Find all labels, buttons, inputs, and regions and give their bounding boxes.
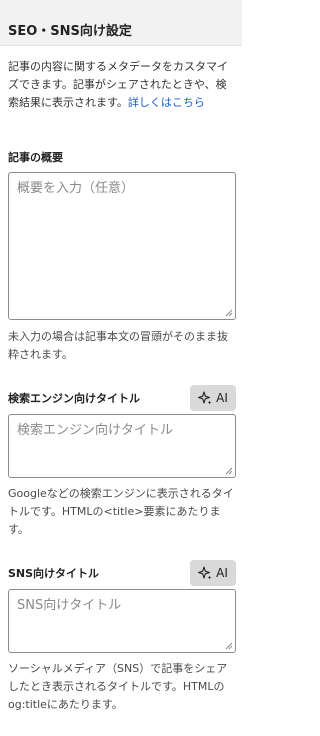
resize-grip-icon[interactable] <box>225 467 233 475</box>
ai-label: AI <box>216 391 228 405</box>
sns-title-ai-button[interactable]: AI <box>190 560 236 586</box>
search-title-textarea[interactable]: 検索エンジン向けタイトル <box>8 414 236 478</box>
sns-title-help: ソーシャルメディア（SNS）で記事をシェアしたとき表示されるタイトルです。HTM… <box>8 662 228 711</box>
panel-title: SEO・SNS向け設定 <box>8 24 132 39</box>
seo-sns-settings-panel: SEO・SNS向け設定 記事の内容に関するメタデータをカスタマイズできます。記事… <box>0 0 242 736</box>
ai-label: AI <box>216 566 228 580</box>
summary-placeholder: 概要を入力（任意） <box>17 181 135 196</box>
resize-grip-icon[interactable] <box>225 642 233 650</box>
search-title-ai-button[interactable]: AI <box>190 385 236 411</box>
panel-header: SEO・SNS向け設定 <box>0 0 242 46</box>
search-title-label: 検索エンジン向けタイトル <box>8 392 140 405</box>
sparkle-icon <box>198 566 212 580</box>
resize-grip-icon[interactable] <box>225 309 233 317</box>
summary-label: 記事の概要 <box>8 151 63 164</box>
summary-help: 未入力の場合は記事本文の冒頭がそのまま抜粋されます。 <box>8 330 228 361</box>
sparkle-icon <box>198 391 212 405</box>
search-title-help: Googleなどの検索エンジンに表示されるタイトルです。HTMLの<title>… <box>8 487 234 536</box>
sns-title-placeholder: SNS向けタイトル <box>17 598 122 613</box>
search-title-placeholder: 検索エンジン向けタイトル <box>17 423 174 438</box>
summary-textarea[interactable]: 概要を入力（任意） <box>8 172 236 320</box>
intro-description: 記事の内容に関するメタデータをカスタマイズできます。記事がシェアされたときや、検… <box>8 58 236 112</box>
sns-title-textarea[interactable]: SNS向けタイトル <box>8 589 236 653</box>
learn-more-link[interactable]: 詳しくはこちら <box>128 96 205 109</box>
sns-title-label: SNS向けタイトル <box>8 567 100 580</box>
